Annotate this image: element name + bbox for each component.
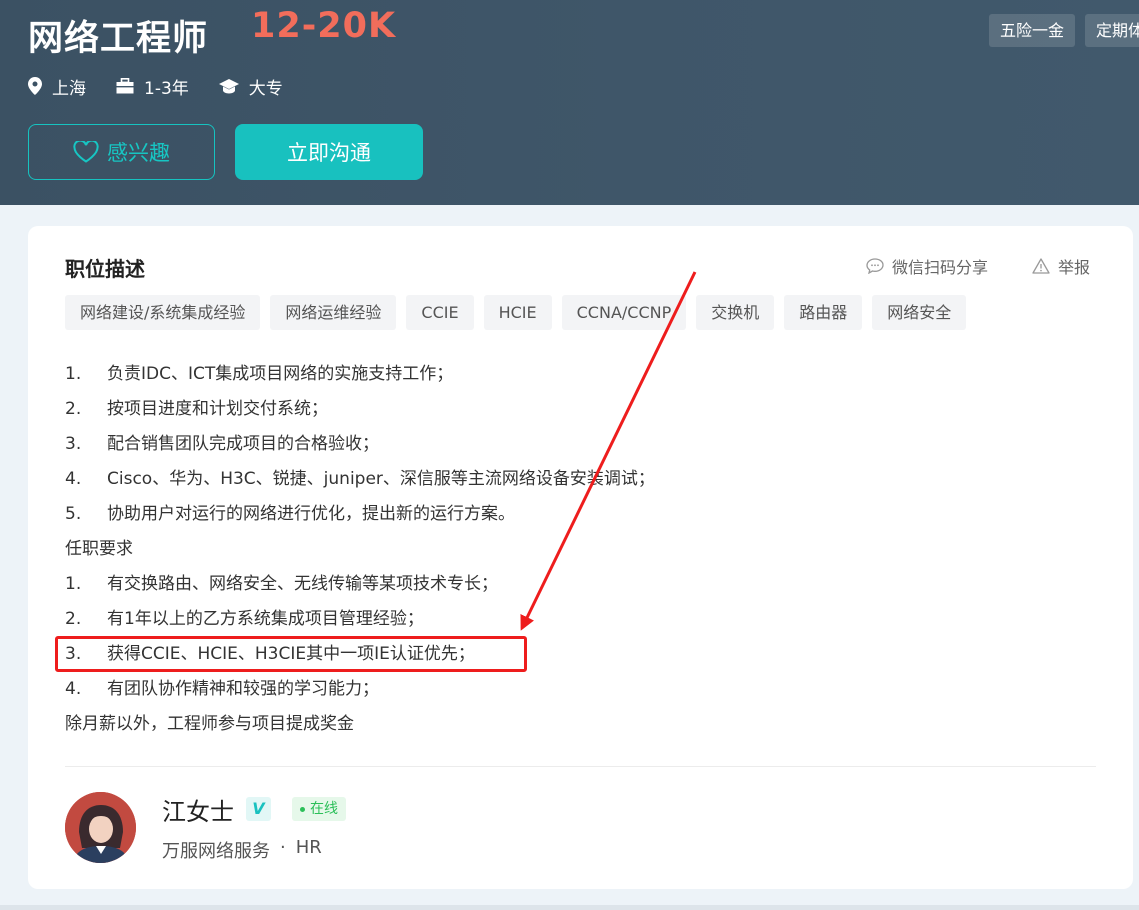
item-number: 4. (65, 679, 82, 699)
location: 上海 (28, 74, 86, 99)
item-text: 配合销售团队完成项目的合格验收； (107, 434, 379, 454)
location-pin-icon (28, 77, 42, 95)
section-title: 职位描述 (65, 257, 145, 281)
duty-item: 4. Cisco、华为、H3C、锐捷、juniper、深信服等主流网络设备安装调试… (65, 462, 1065, 497)
warning-icon (1032, 258, 1050, 274)
online-status-badge: 在线 (292, 797, 346, 821)
job-description-text: 1. 负责IDC、ICT集成项目网络的实施支持工作； 2. 按项目进度和计划交付系统… (65, 357, 1065, 742)
duty-item: 3. 配合销售团队完成项目的合格验收； (65, 427, 1065, 462)
job-description-card: 职位描述 微信扫码分享 举报 网络建设/系统集成经验 网络运维经验 CCIE H… (28, 226, 1133, 889)
duty-item: 2. 按项目进度和计划交付系统； (65, 392, 1065, 427)
job-header: 网络工程师 12-20K 上海 1-3年 大专 五险一金 定期体检 (0, 0, 1139, 205)
separator: · (280, 837, 286, 858)
skill-tag: 网络运维经验 (270, 295, 397, 330)
heart-icon (73, 141, 99, 163)
wechat-share-link[interactable]: 微信扫码分享 (866, 254, 988, 278)
footer-note: 除月薪以外，工程师参与项目提成奖金 (65, 714, 354, 734)
item-text: 协助用户对运行的网络进行优化，提出新的运行方案。 (107, 504, 515, 524)
graduation-cap-icon (218, 79, 239, 94)
skill-tag: 路由器 (784, 295, 863, 330)
report-link[interactable]: 举报 (1032, 254, 1090, 278)
item-number: 5. (65, 504, 82, 524)
item-number: 3. (65, 434, 82, 454)
item-text: Cisco、华为、H3C、锐捷、juniper、深信服等主流网络设备安装调试； (107, 469, 655, 489)
job-meta: 上海 1-3年 大专 (28, 73, 313, 99)
skill-tag: HCIE (483, 295, 552, 330)
chat-label: 立即沟通 (287, 141, 371, 165)
skill-tag: 网络建设/系统集成经验 (65, 295, 261, 330)
experience: 1-3年 (116, 74, 189, 99)
item-text: 有团队协作精神和较强的学习能力； (107, 679, 379, 699)
skill-tags: 网络建设/系统集成经验 网络运维经验 CCIE HCIE CCNA/CCNP 交… (65, 295, 976, 330)
recruiter-role: HR (295, 837, 322, 858)
item-text: 有交换路由、网络安全、无线传输等某项技术专长； (107, 574, 498, 594)
company-name: 万服网络服务 (162, 841, 270, 862)
duty-item: 5. 协助用户对运行的网络进行优化，提出新的运行方案。 (65, 497, 1065, 532)
skill-tag: 交换机 (696, 295, 775, 330)
benefit-tag: 定期体检 (1085, 14, 1139, 47)
avatar[interactable] (65, 792, 136, 863)
item-number: 4. (65, 469, 82, 489)
education: 大专 (218, 74, 283, 99)
bottom-strip (0, 905, 1139, 910)
benefit-tags: 五险一金 定期体检 (989, 14, 1139, 47)
status-text: 在线 (310, 801, 338, 817)
location-text: 上海 (52, 78, 86, 99)
briefcase-icon (116, 78, 134, 94)
item-number: 2. (65, 399, 82, 419)
job-title: 网络工程师 (28, 19, 209, 59)
education-text: 大专 (248, 78, 283, 99)
chat-bubble-icon (866, 258, 884, 274)
interest-button[interactable]: 感兴趣 (28, 124, 215, 180)
report-label: 举报 (1058, 258, 1091, 277)
item-number: 1. (65, 574, 82, 594)
requirements-heading: 任职要求 (65, 539, 133, 559)
requirement-item: 1. 有交换路由、网络安全、无线传输等某项技术专长； (65, 567, 1065, 602)
item-number: 2. (65, 609, 82, 629)
highlight-annotation-box (55, 636, 527, 672)
item-text: 负责IDC、ICT集成项目网络的实施支持工作； (107, 364, 454, 384)
item-text: 按项目进度和计划交付系统； (107, 399, 328, 419)
experience-text: 1-3年 (144, 78, 189, 99)
verified-badge-icon: V (246, 797, 271, 821)
skill-tag: CCIE (406, 295, 474, 330)
recruiter-company: 万服网络服务 · HR (162, 837, 322, 863)
recruiter-name: 江女士 (162, 798, 234, 826)
avatar-portrait-icon (65, 792, 136, 863)
chat-now-button[interactable]: 立即沟通 (235, 124, 423, 180)
item-number: 1. (65, 364, 82, 384)
skill-tag: 网络安全 (872, 295, 967, 330)
benefit-tag: 五险一金 (989, 14, 1076, 47)
status-dot-icon (300, 806, 305, 812)
divider (65, 766, 1096, 767)
skill-tag: CCNA/CCNP (561, 295, 687, 330)
salary: 12-20K (251, 6, 397, 46)
requirement-item: 2. 有1年以上的乙方系统集成项目管理经验； (65, 602, 1065, 637)
requirement-item: 4. 有团队协作精神和较强的学习能力； (65, 672, 1065, 707)
item-text: 有1年以上的乙方系统集成项目管理经验； (107, 609, 424, 629)
interest-label: 感兴趣 (107, 141, 170, 165)
share-label: 微信扫码分享 (892, 258, 989, 277)
duty-item: 1. 负责IDC、ICT集成项目网络的实施支持工作； (65, 357, 1065, 392)
